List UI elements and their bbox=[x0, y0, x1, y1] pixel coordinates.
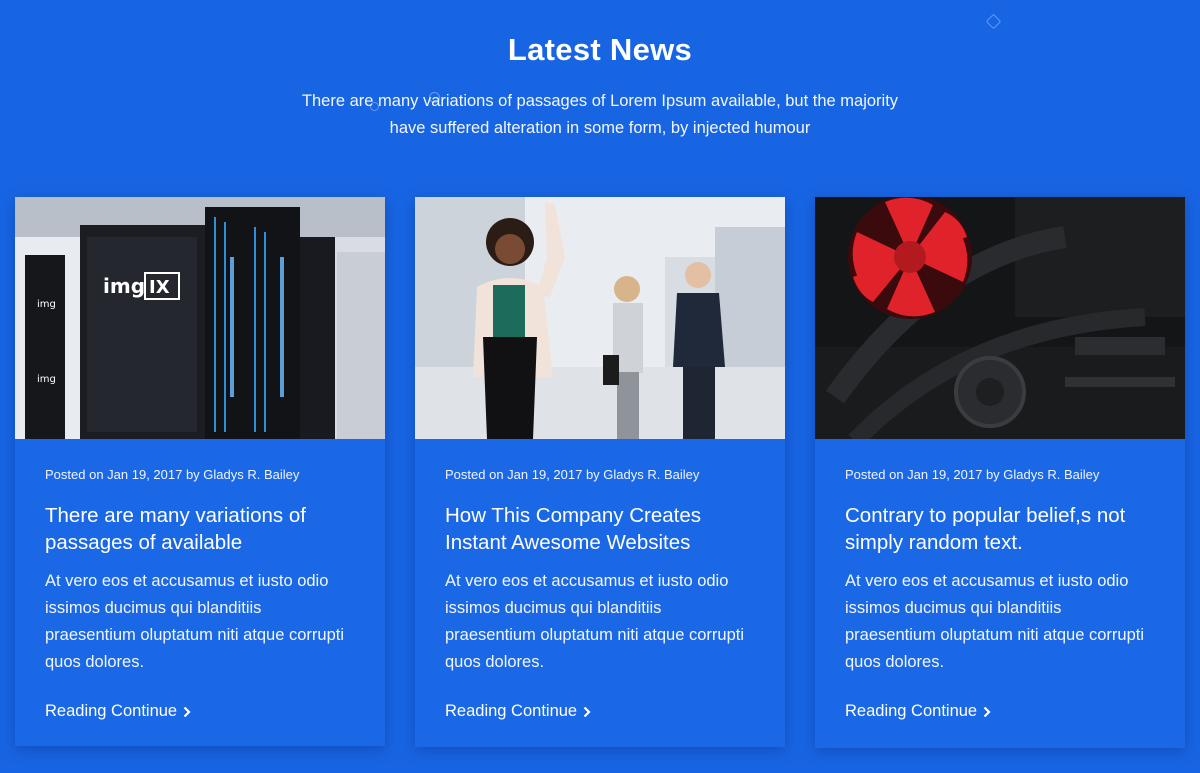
news-image-server-racks[interactable]: img IX img img bbox=[15, 197, 385, 439]
post-meta: Posted on Jan 19, 2017 by Gladys R. Bail… bbox=[845, 467, 1100, 482]
chevron-right-icon bbox=[583, 706, 591, 717]
post-excerpt: At vero eos et accusamus et iusto odio i… bbox=[845, 572, 1144, 671]
reading-continue-label: Reading Continue bbox=[445, 702, 578, 720]
news-card: Posted on Jan 19, 2017 by Gladys R. Bail… bbox=[415, 197, 785, 747]
post-meta: Posted on Jan 19, 2017 by Gladys R. Bail… bbox=[45, 467, 300, 482]
post-title[interactable]: Contrary to popular belief,s not simply … bbox=[845, 502, 1155, 556]
post-excerpt: At vero eos et accusamus et iusto odio i… bbox=[45, 572, 344, 671]
news-card-list: img IX img img Posted on Jan 19, 2017 by… bbox=[15, 197, 1185, 749]
reading-continue-label: Reading Continue bbox=[45, 702, 178, 720]
news-card: Posted on Jan 19, 2017 by Gladys R. Bail… bbox=[815, 197, 1185, 748]
reading-continue-link[interactable]: Reading Continue bbox=[45, 702, 191, 721]
news-card: img IX img img Posted on Jan 19, 2017 by… bbox=[15, 197, 385, 746]
svg-text:IX: IX bbox=[149, 277, 170, 298]
decorative-hexagon-icon bbox=[985, 13, 1002, 30]
post-meta: Posted on Jan 19, 2017 by Gladys R. Bail… bbox=[445, 467, 700, 482]
svg-text:img: img bbox=[37, 299, 56, 310]
chevron-right-icon bbox=[983, 706, 991, 717]
post-title[interactable]: There are many variations of passages of… bbox=[45, 502, 355, 556]
post-title[interactable]: How This Company Creates Instant Awesome… bbox=[445, 502, 755, 556]
post-excerpt: At vero eos et accusamus et iusto odio i… bbox=[445, 572, 744, 671]
reading-continue-link[interactable]: Reading Continue bbox=[445, 702, 591, 721]
news-image-business-people[interactable] bbox=[415, 197, 785, 439]
svg-text:img: img bbox=[37, 374, 56, 385]
chevron-right-icon bbox=[183, 706, 191, 717]
section-title: Latest News bbox=[507, 32, 693, 67]
reading-continue-link[interactable]: Reading Continue bbox=[845, 702, 991, 721]
reading-continue-label: Reading Continue bbox=[845, 702, 978, 720]
server-brand-logo: img bbox=[103, 274, 145, 298]
section-subtitle: There are many variations of passages of… bbox=[301, 92, 899, 137]
news-image-pc-internals[interactable] bbox=[815, 197, 1185, 439]
